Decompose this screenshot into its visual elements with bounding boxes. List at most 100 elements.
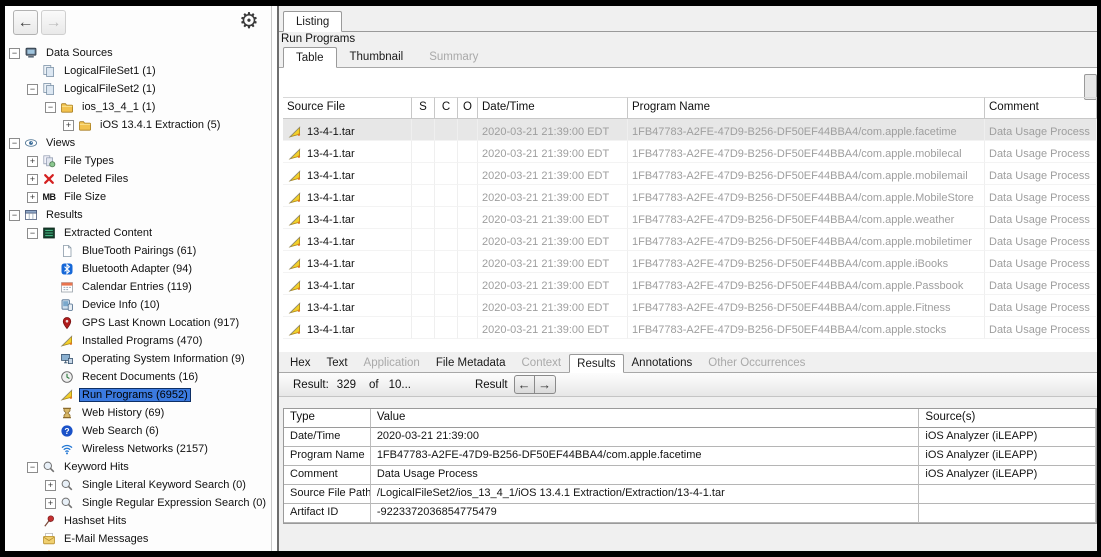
table-row[interactable]: 13-4-1.tar2020-03-21 21:39:00 EDT1FB4778… — [283, 295, 1097, 317]
column-header[interactable]: Program Name — [628, 97, 985, 119]
tree-item[interactable]: Web History (69) — [5, 404, 272, 422]
table-cell — [458, 185, 478, 207]
tab-text[interactable]: Text — [318, 353, 355, 372]
column-header[interactable]: O — [458, 97, 478, 119]
table-row[interactable]: 13-4-1.tar2020-03-21 21:39:00 EDT1FB4778… — [283, 317, 1097, 339]
tab-thumbnail[interactable]: Thumbnail — [337, 46, 417, 67]
detail-column-header[interactable]: Source(s) — [919, 409, 1096, 428]
tab-hex[interactable]: Hex — [282, 353, 318, 372]
detail-column-header[interactable]: Value — [371, 409, 920, 428]
tree-item[interactable]: LogicalFileSet1 (1) — [5, 62, 272, 80]
table-row[interactable]: 13-4-1.tar2020-03-21 21:39:00 EDT1FB4778… — [283, 141, 1097, 163]
tree-item[interactable]: Wireless Networks (2157) — [5, 440, 272, 458]
collapse-toggle[interactable]: − — [45, 102, 56, 113]
pennant-icon — [287, 212, 303, 227]
tab-table[interactable]: Table — [283, 47, 337, 68]
tree-item[interactable]: ?Web Search (6) — [5, 422, 272, 440]
tree-item[interactable]: Hashset Hits — [5, 512, 272, 530]
table-row[interactable]: 13-4-1.tar2020-03-21 21:39:00 EDT1FB4778… — [283, 273, 1097, 295]
detail-row[interactable]: Artifact ID-9223372036854775479 — [284, 504, 1096, 523]
tree-item[interactable]: Installed Programs (470) — [5, 332, 272, 350]
table-row[interactable]: 13-4-1.tar2020-03-21 21:39:00 EDT1FB4778… — [283, 229, 1097, 251]
table-cell — [435, 273, 458, 295]
tree-item[interactable]: Device Info (10) — [5, 296, 272, 314]
detail-cell — [919, 504, 1096, 523]
tree-item-label: Keyword Hits — [61, 460, 132, 474]
column-header[interactable]: Comment — [985, 97, 1097, 119]
table-body: 13-4-1.tar 2020-03-21 21:39:00 EDT 1FB4778… — [283, 119, 1097, 339]
tree-item[interactable]: −ios_13_4_1 (1) — [5, 98, 272, 116]
expand-toggle[interactable]: + — [27, 192, 38, 203]
column-header[interactable]: Source File — [283, 97, 412, 119]
tree-item[interactable]: − Keyword Hits — [5, 458, 272, 476]
tree-item[interactable]: +MBFile Size — [5, 188, 272, 206]
table-row[interactable]: 13-4-1.tar2020-03-21 21:39:00 EDT1FB4778… — [283, 251, 1097, 273]
tab-file-metadata[interactable]: File Metadata — [428, 353, 514, 372]
table-row[interactable]: 13-4-1.tar2020-03-21 21:39:00 EDT1FB4778… — [283, 207, 1097, 229]
previous-result-button[interactable]: ← — [514, 375, 535, 394]
tree-item[interactable]: +File Types — [5, 152, 272, 170]
detail-row[interactable]: Source File Path/LogicalFileSet2/ios_13_… — [284, 485, 1096, 504]
tree-item[interactable]: Calendar Entries (119) — [5, 278, 272, 296]
detail-row[interactable]: Program Name1FB47783-A2FE-47D9-B256-DF50… — [284, 447, 1096, 466]
tree-item[interactable]: E-Mail Messages — [5, 530, 272, 548]
tree-item[interactable]: −Results — [5, 206, 272, 224]
content-viewer-panel: HexTextApplicationFile MetadataContextRe… — [279, 352, 1097, 551]
forward-button[interactable]: → — [41, 10, 66, 35]
table-row[interactable]: 13-4-1.tar2020-03-21 21:39:00 EDT1FB4778… — [283, 163, 1097, 185]
collapse-toggle[interactable]: − — [9, 48, 20, 59]
table-row[interactable]: 13-4-1.tar2020-03-21 21:39:00 EDT1FB4778… — [283, 185, 1097, 207]
collapse-toggle[interactable]: − — [27, 84, 38, 95]
tree-item[interactable]: Interesting Items — [5, 548, 272, 551]
tree-item[interactable]: GPS Last Known Location (917) — [5, 314, 272, 332]
table-cell: Data Usage Process — [985, 229, 1097, 251]
detail-cell: Date/Time — [284, 428, 371, 447]
tree-item-label: LogicalFileSet2 (1) — [61, 82, 159, 96]
expand-toggle[interactable]: + — [45, 480, 56, 491]
back-button[interactable]: ← — [13, 10, 38, 35]
tree-item-label: Deleted Files — [61, 172, 131, 186]
tree-item[interactable]: −Views — [5, 134, 272, 152]
table-row[interactable]: 13-4-1.tar2020-03-21 21:39:00 EDT1FB4778… — [283, 119, 1097, 141]
tree-item[interactable]: −Data Sources — [5, 44, 272, 62]
table-cell: 1FB47783-A2FE-47D9-B256-DF50EF44BBA4/com… — [628, 229, 985, 251]
gear-icon[interactable]: ⚙ — [235, 7, 263, 35]
table-cell — [458, 317, 478, 339]
table-cell: 2020-03-21 21:39:00 EDT — [478, 141, 628, 163]
detail-row[interactable]: Date/Time2020-03-21 21:39:00iOS Analyzer… — [284, 428, 1096, 447]
collapse-toggle[interactable]: − — [27, 228, 38, 239]
detail-column-header[interactable]: Type — [284, 409, 371, 428]
result-detail-table: TypeValueSource(s) Date/Time2020-03-21 2… — [283, 408, 1097, 524]
tree-item[interactable]: BlueTooth Pairings (61) — [5, 242, 272, 260]
source-file-label: 13-4-1.tar — [307, 258, 355, 270]
tree-item[interactable]: Operating System Information (9) — [5, 350, 272, 368]
next-result-button[interactable]: → — [535, 375, 556, 394]
expand-toggle[interactable]: + — [27, 174, 38, 185]
expand-toggle[interactable]: + — [45, 498, 56, 509]
collapse-toggle[interactable]: − — [9, 210, 20, 221]
collapse-toggle[interactable]: − — [9, 138, 20, 149]
column-header[interactable]: Date/Time — [478, 97, 628, 119]
source-file-label: 13-4-1.tar — [307, 126, 355, 138]
main-panel: Listing Run Programs TableThumbnailSumma… — [277, 6, 1097, 551]
tree-item[interactable]: +Single Regular Expression Search (0) — [5, 494, 272, 512]
detail-cell: Data Usage Process — [371, 466, 920, 485]
tab-annotations[interactable]: Annotations — [624, 353, 701, 372]
detail-row[interactable]: CommentData Usage ProcessiOS Analyzer (i… — [284, 466, 1096, 485]
tab-listing[interactable]: Listing — [283, 11, 342, 32]
tree-item[interactable]: Run Programs (6952) — [5, 386, 272, 404]
table-cell — [458, 273, 478, 295]
expand-toggle[interactable]: + — [63, 120, 74, 131]
collapse-toggle[interactable]: − — [27, 462, 38, 473]
tree-item[interactable]: +iOS 13.4.1 Extraction (5) — [5, 116, 272, 134]
column-header[interactable]: S — [412, 97, 435, 119]
tree-item[interactable]: −Extracted Content — [5, 224, 272, 242]
tab-results[interactable]: Results — [569, 354, 623, 373]
column-header[interactable]: C — [435, 97, 458, 119]
tree-item[interactable]: + Deleted Files — [5, 170, 272, 188]
tree-item[interactable]: Bluetooth Adapter (94) — [5, 260, 272, 278]
expand-toggle[interactable]: + — [27, 156, 38, 167]
tree-item[interactable]: +Single Literal Keyword Search (0) — [5, 476, 272, 494]
tree-item[interactable]: Recent Documents (16) — [5, 368, 272, 386]
tree-item[interactable]: − LogicalFileSet2 (1) — [5, 80, 272, 98]
